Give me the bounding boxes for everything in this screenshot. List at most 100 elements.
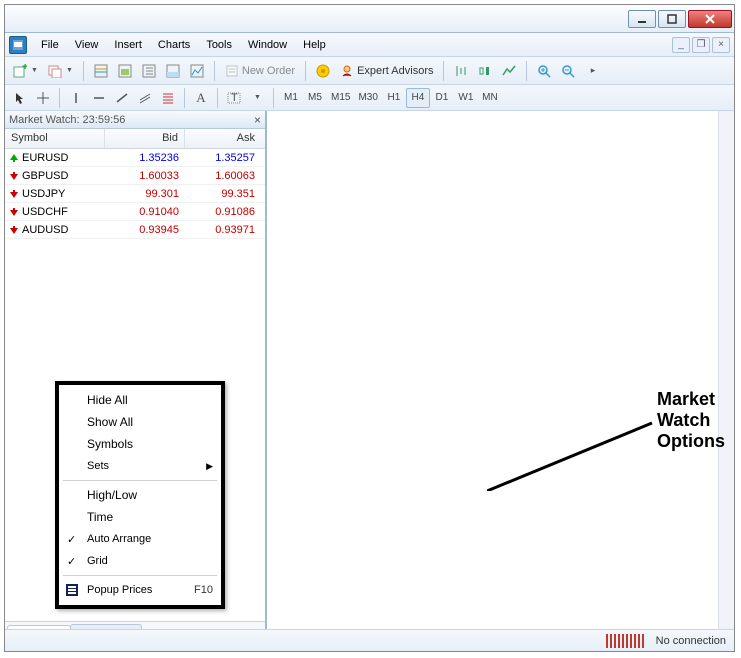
popup-icon — [65, 583, 79, 597]
bid-value: 0.91040 — [105, 206, 185, 218]
data-window-toggle[interactable] — [114, 60, 136, 82]
fibo-tool[interactable] — [157, 87, 179, 109]
ctx-time[interactable]: Time — [59, 506, 221, 528]
chart-bars-button[interactable] — [450, 60, 472, 82]
symbol-row-usdjpy[interactable]: USDJPY99.30199.351 — [5, 185, 265, 203]
mdi-minimize-button[interactable]: _ — [672, 37, 690, 53]
vline-tool[interactable] — [65, 87, 87, 109]
more-button[interactable]: ▸ — [581, 60, 603, 82]
symbol-row-usdchf[interactable]: USDCHF 0.910400.91086 — [5, 203, 265, 221]
expert-advisors-label: Expert Advisors — [357, 65, 433, 77]
chart-line-button[interactable] — [498, 60, 520, 82]
market-watch-toggle[interactable] — [90, 60, 112, 82]
timeframe-m15[interactable]: M15 — [327, 88, 354, 108]
text-label-tool[interactable]: T — [223, 87, 245, 109]
trendline-tool[interactable] — [111, 87, 133, 109]
ctx-grid[interactable]: ✓Grid — [59, 550, 221, 572]
application-window: File View Insert Charts Tools Window Hel… — [4, 4, 735, 652]
market-watch-title: Market Watch: 23:59:56 × — [5, 111, 265, 129]
channel-tool[interactable] — [134, 87, 156, 109]
market-watch-title-text: Market Watch: 23:59:56 — [9, 114, 125, 126]
bid-value: 0.93945 — [105, 224, 185, 236]
ctx-hide-all[interactable]: Hide All — [59, 389, 221, 411]
col-symbol[interactable]: Symbol — [5, 129, 105, 148]
symbol-row-audusd[interactable]: AUDUSD 0.939450.93971 — [5, 221, 265, 239]
menu-charts[interactable]: Charts — [150, 36, 198, 54]
ctx-auto-arrange[interactable]: ✓Auto Arrange — [59, 528, 221, 550]
symbol-name: USDCHF — [22, 206, 68, 218]
mdi-restore-button[interactable]: ❐ — [692, 37, 710, 53]
timeframe-m5[interactable]: M5 — [303, 88, 327, 108]
market-watch-header: Symbol Bid Ask — [5, 129, 265, 149]
arrows-tool[interactable]: ▼ — [246, 87, 268, 109]
terminal-toggle[interactable] — [162, 60, 184, 82]
hline-tool[interactable] — [88, 87, 110, 109]
timeframe-w1[interactable]: W1 — [454, 88, 478, 108]
cursor-tool[interactable] — [9, 87, 31, 109]
menu-insert[interactable]: Insert — [106, 36, 150, 54]
ctx-symbols[interactable]: Symbols — [59, 433, 221, 455]
ask-value: 1.60063 — [185, 170, 265, 182]
new-order-button[interactable]: New Order — [221, 60, 299, 82]
drawing-toolbar: A T ▼ M1M5M15M30H1H4D1W1MN — [5, 85, 734, 111]
connection-indicator-icon — [606, 634, 646, 648]
menu-help[interactable]: Help — [295, 36, 334, 54]
zoom-in-button[interactable] — [533, 60, 555, 82]
ask-value: 0.93971 — [185, 224, 265, 236]
vertical-scrollbar[interactable] — [718, 111, 734, 643]
symbol-row-eurusd[interactable]: EURUSD1.352361.35257 — [5, 149, 265, 167]
ctx-popup-prices[interactable]: Popup PricesF10 — [59, 579, 221, 601]
ctx-show-all[interactable]: Show All — [59, 411, 221, 433]
new-order-label: New Order — [242, 65, 295, 77]
mdi-close-button[interactable]: × — [712, 37, 730, 53]
menubar: File View Insert Charts Tools Window Hel… — [5, 33, 734, 57]
titlebar — [5, 5, 734, 33]
timeframe-m1[interactable]: M1 — [279, 88, 303, 108]
symbol-name: USDJPY — [22, 188, 65, 200]
chart-area: Market Watch Options — [267, 111, 718, 643]
menu-view[interactable]: View — [67, 36, 107, 54]
annotation-label: Market Watch Options — [657, 389, 725, 452]
ctx-sets[interactable]: Sets▶ — [59, 455, 221, 477]
ask-value: 0.91086 — [185, 206, 265, 218]
timeframe-m30[interactable]: M30 — [354, 88, 381, 108]
minimize-button[interactable] — [628, 10, 656, 28]
navigator-toggle[interactable] — [138, 60, 160, 82]
meta-editor-button[interactable] — [312, 60, 334, 82]
menu-tools[interactable]: Tools — [198, 36, 240, 54]
expert-advisors-button[interactable]: Expert Advisors — [336, 60, 437, 82]
market-watch-context-menu: Hide All Show All Symbols Sets▶ High/Low… — [55, 381, 225, 609]
profiles-button[interactable]: ▼ — [44, 60, 77, 82]
close-button[interactable] — [688, 10, 732, 28]
shortcut-label: F10 — [194, 584, 213, 596]
timeframe-d1[interactable]: D1 — [430, 88, 454, 108]
check-icon: ✓ — [67, 555, 76, 568]
symbol-name: GBPUSD — [22, 170, 68, 182]
ctx-high-low[interactable]: High/Low — [59, 484, 221, 506]
ask-value: 99.351 — [185, 188, 265, 200]
maximize-button[interactable] — [658, 10, 686, 28]
text-tool[interactable]: A — [190, 87, 212, 109]
main-toolbar: +▼ ▼ New Order Expert Advisors ▸ — [5, 57, 734, 85]
direction-down-icon — [9, 189, 19, 199]
direction-down-icon — [9, 171, 19, 181]
timeframe-mn[interactable]: MN — [478, 88, 502, 108]
timeframe-h1[interactable]: H1 — [382, 88, 406, 108]
zoom-out-button[interactable] — [557, 60, 579, 82]
market-watch-close-icon[interactable]: × — [254, 113, 261, 127]
new-chart-button[interactable]: +▼ — [9, 60, 42, 82]
submenu-arrow-icon: ▶ — [206, 461, 213, 472]
app-icon — [9, 36, 27, 54]
strategy-tester-toggle[interactable] — [186, 60, 208, 82]
timeframe-h4[interactable]: H4 — [406, 88, 430, 108]
menu-window[interactable]: Window — [240, 36, 295, 54]
connection-status: No connection — [656, 635, 726, 647]
col-ask[interactable]: Ask — [185, 129, 265, 148]
chart-candles-button[interactable] — [474, 60, 496, 82]
symbol-name: AUDUSD — [22, 224, 68, 236]
ask-value: 1.35257 — [185, 152, 265, 164]
menu-file[interactable]: File — [33, 36, 67, 54]
crosshair-tool[interactable] — [32, 87, 54, 109]
symbol-row-gbpusd[interactable]: GBPUSD1.600331.60063 — [5, 167, 265, 185]
col-bid[interactable]: Bid — [105, 129, 185, 148]
